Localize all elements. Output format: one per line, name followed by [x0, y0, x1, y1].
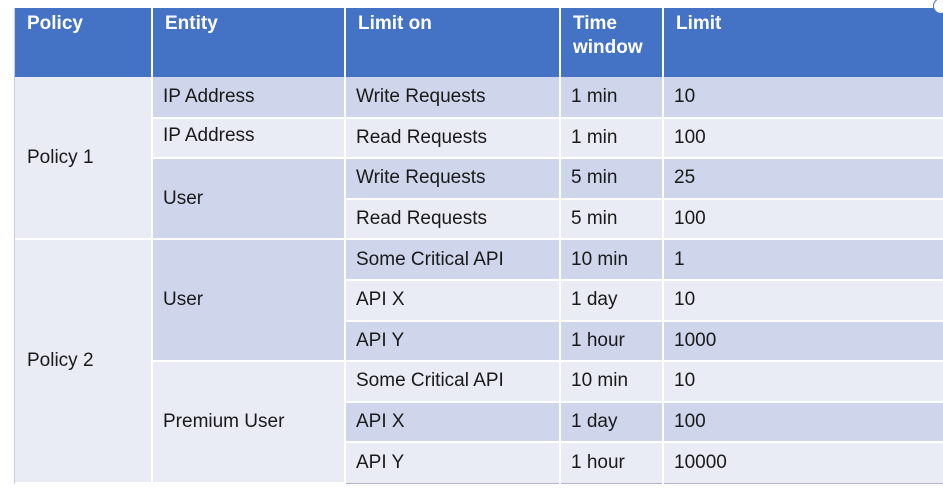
limit-cell: 10 — [663, 361, 943, 403]
header-time-window-line1: Time — [573, 13, 618, 34]
limit-on-cell: Write Requests — [345, 158, 561, 200]
header-limit: Limit — [663, 8, 943, 77]
time-window-cell: 1 day — [560, 401, 664, 444]
limit-on-cell: Read Requests — [345, 117, 561, 160]
entity-cell: IP Address — [152, 77, 346, 119]
limit-cell: 100 — [663, 401, 943, 444]
limit-on-cell: Write Requests — [345, 77, 561, 119]
limit-cell: 100 — [663, 198, 943, 241]
header-entity: Entity — [152, 8, 346, 77]
limit-cell: 10 — [663, 77, 943, 119]
limit-cell: 1000 — [663, 320, 943, 363]
limit-cell: 100 — [663, 117, 943, 160]
limit-cell: 1 — [663, 238, 943, 281]
time-window-cell: 1 hour — [560, 442, 664, 484]
policy-cell: Policy 1 — [15, 77, 153, 241]
table-row: User Write Requests 5 min 25 — [15, 158, 943, 241]
entity-cell: User — [152, 238, 346, 363]
time-window-cell: 1 min — [560, 117, 664, 160]
entity-cell: User — [152, 158, 346, 241]
header-time-window-line2: window — [573, 37, 643, 58]
table-row: Premium User Some Critical API 10 min 10 — [15, 361, 943, 484]
entity-cell: Premium User — [152, 361, 346, 484]
policy-cell: Policy 2 — [15, 238, 153, 484]
limit-on-cell: API X — [345, 279, 561, 322]
time-window-cell: 5 min — [560, 198, 664, 241]
limit-on-cell: Read Requests — [345, 198, 561, 241]
header-row: Policy Entity Limit on Time window Limit — [15, 8, 943, 77]
limit-cell: 25 — [663, 158, 943, 200]
time-window-cell: 1 min — [560, 77, 664, 119]
table-row: Policy 2 User Some Critical API 10 min 1 — [15, 238, 943, 484]
limit-on-cell: API Y — [345, 320, 561, 363]
header-time-window: Time window — [560, 8, 664, 77]
table-row: IP Address Read Requests 1 min 100 — [15, 117, 943, 160]
time-window-cell: 1 day — [560, 279, 664, 322]
table-row: Policy 1 IP Address Write Requests 1 min… — [15, 77, 943, 241]
header-policy: Policy — [15, 8, 153, 77]
limit-on-cell: API X — [345, 401, 561, 444]
limit-on-cell: API Y — [345, 442, 561, 484]
limit-cell: 10000 — [663, 442, 943, 484]
limit-on-cell: Some Critical API — [345, 238, 561, 281]
rate-limit-table-container: Policy Entity Limit on Time window Limit … — [14, 0, 943, 484]
limit-cell: 10 — [663, 279, 943, 322]
header-limit-on: Limit on — [345, 8, 561, 77]
time-window-cell: 5 min — [560, 158, 664, 200]
entity-cell: IP Address — [152, 117, 346, 160]
time-window-cell: 1 hour — [560, 320, 664, 363]
rate-limit-table: Policy Entity Limit on Time window Limit … — [15, 8, 943, 484]
time-window-cell: 10 min — [560, 238, 664, 281]
limit-on-cell: Some Critical API — [345, 361, 561, 403]
time-window-cell: 10 min — [560, 361, 664, 403]
